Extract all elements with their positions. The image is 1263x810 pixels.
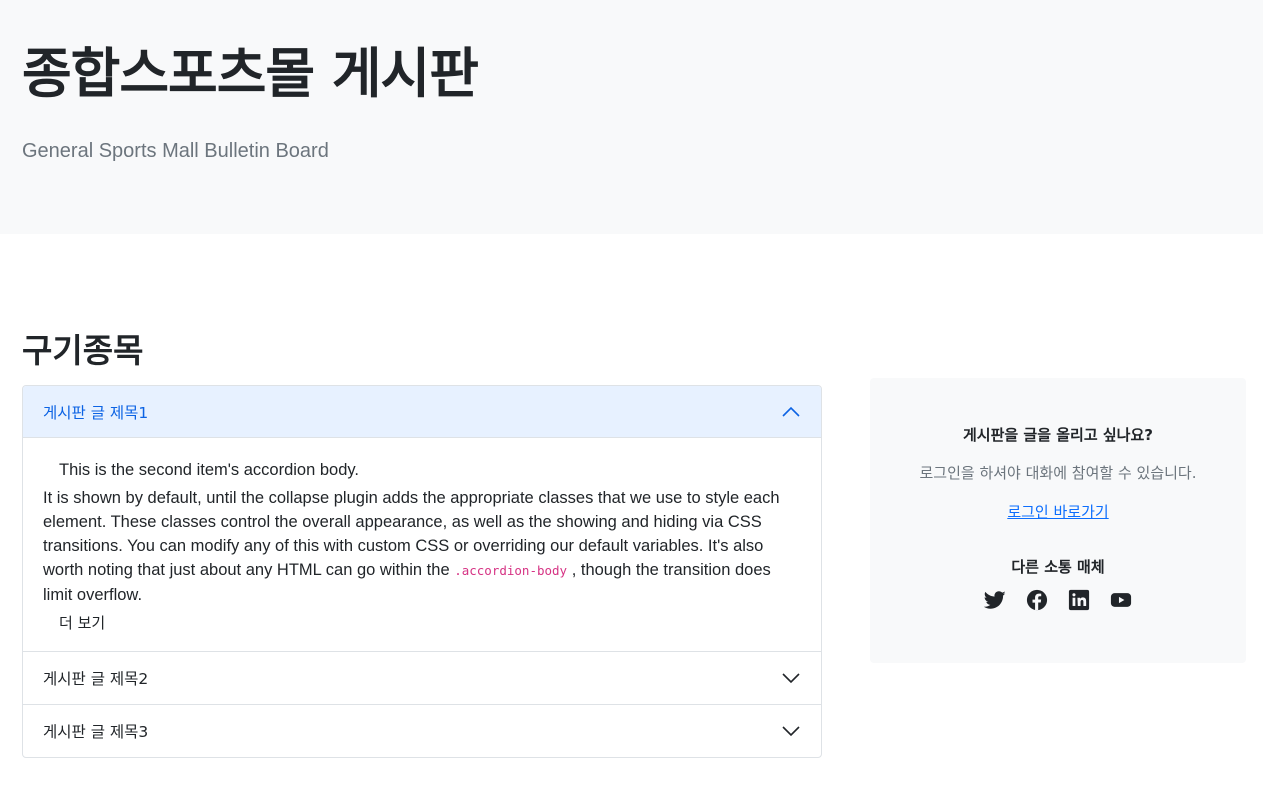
login-prompt-question: 게시판을 글을 올리고 싶나요? xyxy=(963,426,1153,444)
accordion-item-2: 게시판 글 제목2 xyxy=(23,651,821,704)
page-subtitle: General Sports Mall Bulletin Board xyxy=(22,140,329,162)
social-links xyxy=(870,588,1246,611)
chevron-down-icon xyxy=(781,668,801,688)
youtube-icon[interactable] xyxy=(1110,588,1133,611)
accordion-body-lead: This is the second item's accordion body… xyxy=(59,461,359,479)
read-more-link[interactable]: 더 보기 xyxy=(43,611,801,635)
accordion-title: 게시판 글 제목1 xyxy=(43,403,149,422)
twitter-icon[interactable] xyxy=(984,588,1007,611)
chevron-down-icon xyxy=(781,721,801,741)
linkedin-icon[interactable] xyxy=(1068,588,1091,611)
accordion-body: This is the second item's accordion body… xyxy=(23,438,821,651)
accordion-header-1[interactable]: 게시판 글 제목1 xyxy=(23,386,821,438)
inline-code: .accordion-body xyxy=(454,563,568,578)
accordion-header-3[interactable]: 게시판 글 제목3 xyxy=(23,705,821,757)
accordion-item-1: 게시판 글 제목1 This is the second item's acco… xyxy=(23,386,821,651)
hero-banner: 종합스포츠몰 게시판 General Sports Mall Bulletin … xyxy=(0,0,1263,234)
page-title: 종합스포츠몰 게시판 xyxy=(22,42,479,105)
section-title: 구기종목 xyxy=(22,331,144,370)
login-prompt-description: 로그인을 하셔야 대화에 참여할 수 있습니다. xyxy=(919,464,1197,482)
login-link[interactable]: 로그인 바로가기 xyxy=(1007,503,1108,521)
other-media-heading: 다른 소통 매체 xyxy=(1011,558,1105,576)
facebook-icon[interactable] xyxy=(1026,588,1049,611)
accordion-title: 게시판 글 제목2 xyxy=(43,670,149,688)
accordion-header-2[interactable]: 게시판 글 제목2 xyxy=(23,652,821,704)
login-prompt-card: 게시판을 글을 올리고 싶나요? 로그인을 하셔야 대화에 참여할 수 있습니다… xyxy=(870,378,1246,663)
chevron-up-icon xyxy=(781,402,801,422)
accordion-item-3: 게시판 글 제목3 xyxy=(23,704,821,757)
accordion-body-text: It is shown by default, until the collap… xyxy=(43,486,801,607)
accordion-title: 게시판 글 제목3 xyxy=(43,723,149,741)
accordion: 게시판 글 제목1 This is the second item's acco… xyxy=(22,385,822,758)
